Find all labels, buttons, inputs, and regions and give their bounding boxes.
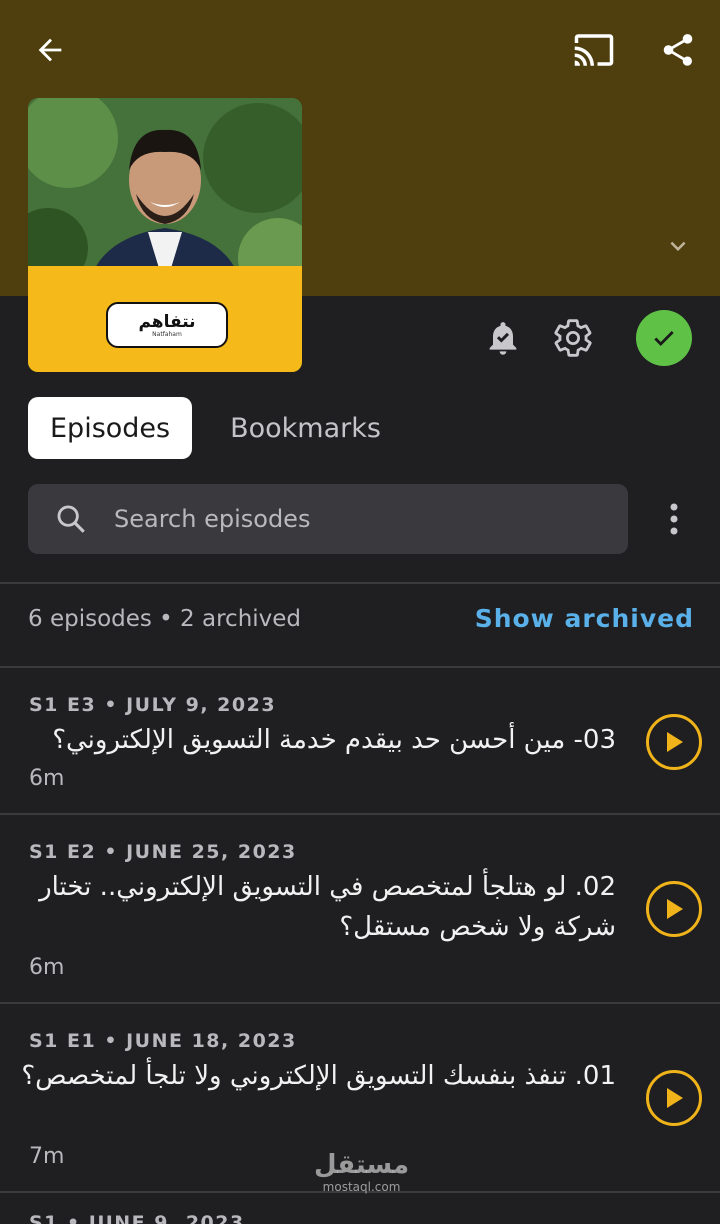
more-vert-icon [670,503,678,535]
artwork-logo: نتفاهم Natfaham [106,302,228,348]
share-icon [663,34,693,66]
divider [0,582,720,584]
play-button[interactable] [646,714,702,770]
tab-episodes[interactable]: Episodes [28,397,193,459]
gear-icon [554,319,592,357]
episode-title: 01. تنفذ بنفسك التسويق الإلكتروني ولا تل… [21,1061,616,1091]
play-button[interactable] [646,1070,702,1126]
cast-button[interactable] [566,22,622,78]
tab-bookmarks[interactable]: Bookmarks [208,397,403,459]
tab-bar: Episodes Bookmarks [28,397,403,459]
search-icon [57,505,85,533]
episode-meta: S1 E2 • JUNE 25, 2023 [29,841,297,863]
expand-button[interactable] [656,226,700,266]
settings-button[interactable] [545,310,601,366]
back-arrow-icon [38,38,62,62]
episode-row[interactable]: S1 E2 • JUNE 25, 2023 02. لو هتلجأ لمتخص… [0,815,720,1003]
chevron-down-icon [670,241,686,251]
watermark-url: mostaql.com [322,1180,401,1194]
notifications-button[interactable] [475,310,531,366]
artwork-logo-subtext: Natfaham [152,330,182,338]
play-button[interactable] [646,881,702,937]
episode-title: 03- مين أحسن حد بيقدم خدمة التسويق الإلك… [52,725,616,755]
play-icon [667,732,683,752]
episode-row[interactable]: S1 E3 • JULY 9, 2023 03- مين أحسن حد بيق… [0,668,720,814]
episode-count: 6 episodes • 2 archived [28,606,302,632]
episode-duration: 7m [29,1144,65,1169]
episode-meta: S1 • JUNE 9, 2023 [29,1212,245,1224]
play-icon [667,899,683,919]
episode-duration: 6m [29,766,65,791]
play-icon [667,1088,683,1108]
artwork-logo-text: نتفاهم [138,311,196,332]
cast-icon [574,34,614,66]
watermark: مستقل mostaql.com [314,1150,409,1194]
watermark-logo: مستقل [314,1150,410,1180]
share-button[interactable] [650,22,706,78]
check-icon [654,331,674,346]
bell-icon [489,322,517,355]
episode-meta: S1 E1 • JUNE 18, 2023 [29,1030,297,1052]
search-icon-wrap [28,502,114,536]
subscribed-button[interactable] [636,310,692,366]
episode-duration: 6m [29,955,65,980]
show-archived-button[interactable]: Show archived [475,604,694,633]
episode-title: 02. لو هتلجأ لمتخصص في التسويق الإلكترون… [39,872,616,942]
back-button[interactable] [22,22,78,78]
search-input[interactable] [114,505,594,533]
search-bar[interactable] [28,484,628,554]
more-options-button[interactable] [654,494,694,544]
podcast-artwork: نتفاهم Natfaham [28,98,302,372]
episode-meta: S1 E3 • JULY 9, 2023 [29,694,277,716]
